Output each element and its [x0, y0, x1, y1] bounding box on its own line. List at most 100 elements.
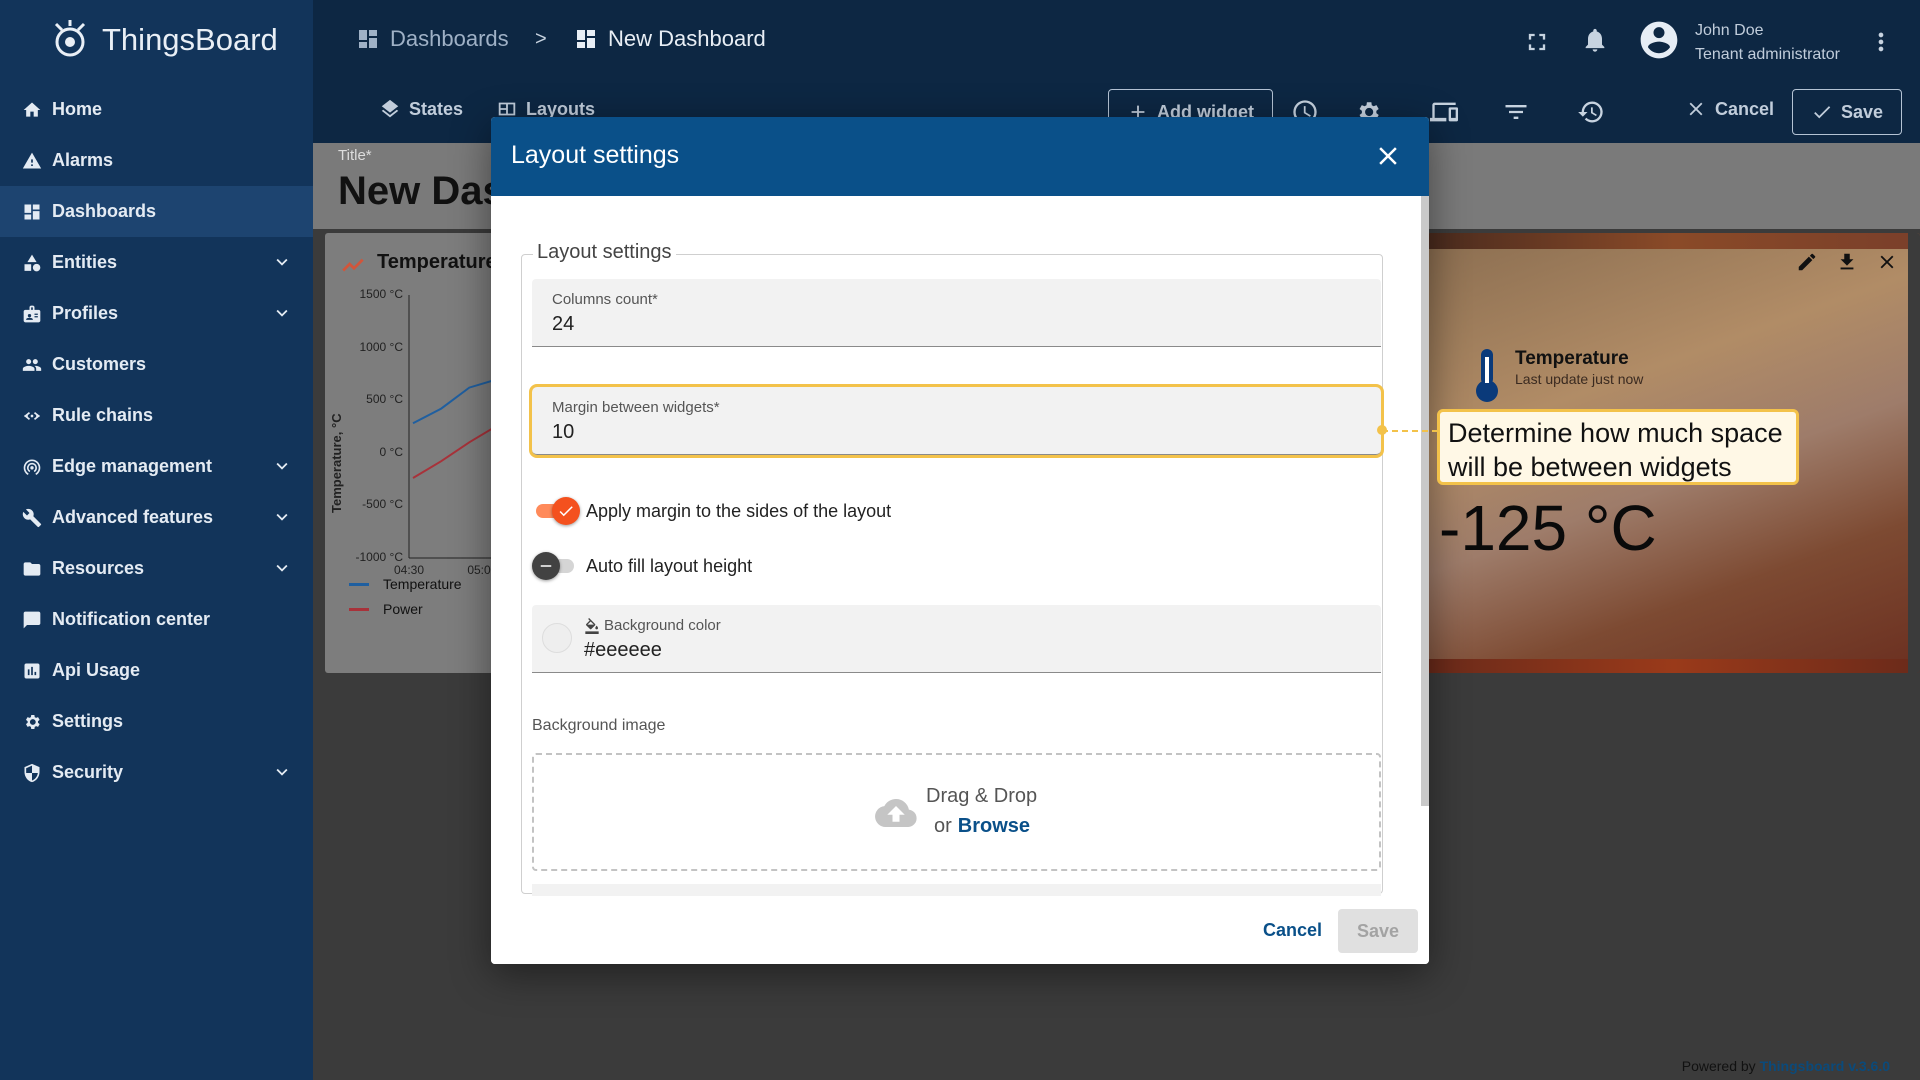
color-swatch[interactable]: [542, 623, 572, 653]
sidebar-item-label: Api Usage: [52, 660, 141, 680]
folder-icon: [20, 557, 44, 581]
auto-fill-toggle[interactable]: [532, 552, 578, 580]
devices-icon[interactable]: [1430, 98, 1458, 126]
tools-icon: [20, 506, 44, 530]
download-icon[interactable]: [1836, 251, 1858, 273]
shield-icon: [20, 761, 44, 785]
browse-row: or Browse: [934, 815, 1030, 838]
legend-label-temperature: Temperature: [383, 576, 462, 592]
margin-label: Margin between widgets*: [552, 399, 720, 416]
sidebar-item-label: Profiles: [52, 303, 119, 323]
dashboard-title: New Das: [338, 169, 505, 213]
x-tick-label: 04:30: [394, 563, 424, 577]
user-name: John Doe: [1695, 21, 1764, 39]
toolbar-cancel-label: Cancel: [1715, 98, 1775, 119]
profiles-icon: [20, 302, 44, 326]
states-button[interactable]: States: [379, 98, 463, 120]
background-color-label-wrap: Background color: [584, 617, 721, 634]
margin-between-widgets-field[interactable]: Margin between widgets* 10: [529, 384, 1384, 458]
dialog-scrollbar[interactable]: [1421, 196, 1429, 806]
sidebar-item-settings[interactable]: Settings: [0, 696, 313, 747]
temperature-value: -125 °C: [1439, 492, 1657, 564]
sidebar-item-profiles[interactable]: Profiles: [0, 288, 313, 339]
chevron-down-icon[interactable]: [271, 302, 293, 324]
bell-icon[interactable]: [1581, 26, 1609, 54]
toolbar-save-button[interactable]: Save: [1792, 89, 1903, 135]
sidebar-item-label: Alarms: [52, 150, 114, 170]
user-menu[interactable]: John Doe Tenant administrator: [1637, 18, 1840, 67]
breadcrumb-dashboards[interactable]: Dashboards: [356, 26, 509, 52]
sidebar-item-home[interactable]: Home: [0, 84, 313, 135]
sidebar-item-label: Resources: [52, 558, 145, 578]
powered-prefix: Powered by: [1681, 1058, 1756, 1074]
chevron-down-icon[interactable]: [271, 761, 293, 783]
dialog-cancel-button[interactable]: Cancel: [1253, 912, 1332, 948]
sidebar: ThingsBoard Home Alarms Dashboards Entities…: [0, 0, 313, 1080]
rule-chains-icon: [20, 404, 44, 428]
fullscreen-icon[interactable]: [1523, 28, 1551, 56]
dashboard-icon: [359, 30, 377, 48]
breadcrumb-root-label: Dashboards: [390, 26, 509, 51]
history-icon[interactable]: [1577, 98, 1605, 126]
sidebar-item-dashboards[interactable]: Dashboards: [0, 186, 313, 237]
sidebar-item-resources[interactable]: Resources: [0, 543, 313, 594]
check-icon: [559, 506, 573, 517]
legend-power[interactable]: Power: [349, 601, 423, 617]
x-tick-label: 05:0: [467, 563, 491, 577]
temperature-widget-title: Temperature: [1515, 348, 1629, 369]
background-color-value: #eeeeee: [584, 639, 662, 661]
chevron-down-icon[interactable]: [271, 455, 293, 477]
sidebar-item-label: Security: [52, 762, 124, 782]
warning-icon: [20, 149, 44, 173]
sidebar-item-entities[interactable]: Entities: [0, 237, 313, 288]
close-icon[interactable]: [1373, 141, 1403, 171]
temperature-widget-subtitle: Last update just now: [1515, 371, 1644, 387]
breadcrumb-current-label: New Dashboard: [608, 26, 766, 51]
or-text: or: [934, 815, 952, 837]
sidebar-item-label: Customers: [52, 354, 147, 374]
next-field-partial[interactable]: [532, 884, 1381, 896]
legend-temperature[interactable]: Temperature: [349, 576, 462, 592]
background-image-dropzone[interactable]: Drag & Drop or Browse: [532, 753, 1381, 871]
sidebar-item-advanced-features[interactable]: Advanced features: [0, 492, 313, 543]
sidebar-item-label: Entities: [52, 252, 118, 272]
sidebar-item-api-usage[interactable]: Api Usage: [0, 645, 313, 696]
sidebar-item-notification-center[interactable]: Notification center: [0, 594, 313, 645]
auto-fill-toggle-row[interactable]: Auto fill layout height: [532, 552, 753, 580]
minus-icon: [540, 565, 552, 567]
toolbar-cancel-button[interactable]: Cancel: [1685, 98, 1774, 120]
dialog-header: Layout settings: [491, 117, 1429, 196]
chevron-down-icon[interactable]: [271, 557, 293, 579]
margin-value: 10: [552, 421, 575, 443]
user-role: Tenant administrator: [1695, 45, 1840, 63]
background-color-field[interactable]: Background color #eeeeee: [532, 605, 1381, 673]
edit-icon[interactable]: [1796, 251, 1818, 273]
dashboard-icon: [20, 200, 44, 224]
close-icon: [1689, 102, 1703, 116]
api-usage-icon: [20, 659, 44, 683]
check-icon: [1814, 106, 1831, 119]
sidebar-item-alarms[interactable]: Alarms: [0, 135, 313, 186]
auto-fill-label: Auto fill layout height: [586, 555, 753, 576]
close-icon[interactable]: [1876, 251, 1898, 273]
thermometer-icon: [1467, 345, 1507, 405]
dialog-save-button[interactable]: Save: [1338, 909, 1418, 953]
thingsboard-logo-icon: [54, 20, 86, 57]
sidebar-item-customers[interactable]: Customers: [0, 339, 313, 390]
sidebar-item-security[interactable]: Security: [0, 747, 313, 798]
filter-icon[interactable]: [1502, 98, 1530, 126]
sidebar-item-label: Settings: [52, 711, 124, 731]
browse-link[interactable]: Browse: [958, 815, 1030, 837]
apply-margin-toggle[interactable]: [532, 497, 580, 525]
powered-brand-link[interactable]: Thingsboard v.3.6.0: [1760, 1058, 1890, 1074]
apply-margin-toggle-row[interactable]: Apply margin to the sides of the layout: [532, 497, 891, 525]
legend-swatch-temperature: [349, 582, 369, 586]
chevron-down-icon[interactable]: [271, 506, 293, 528]
chevron-down-icon[interactable]: [271, 251, 293, 273]
thingsboard-logo[interactable]: ThingsBoard: [46, 16, 278, 64]
sidebar-item-rule-chains[interactable]: Rule chains: [0, 390, 313, 441]
columns-count-field[interactable]: Columns count* 24: [532, 279, 1381, 347]
powered-by: Powered by Thingsboard v.3.6.0: [1682, 1058, 1890, 1074]
sidebar-item-edge-management[interactable]: Edge management: [0, 441, 313, 492]
more-vert-icon[interactable]: [1867, 28, 1895, 56]
